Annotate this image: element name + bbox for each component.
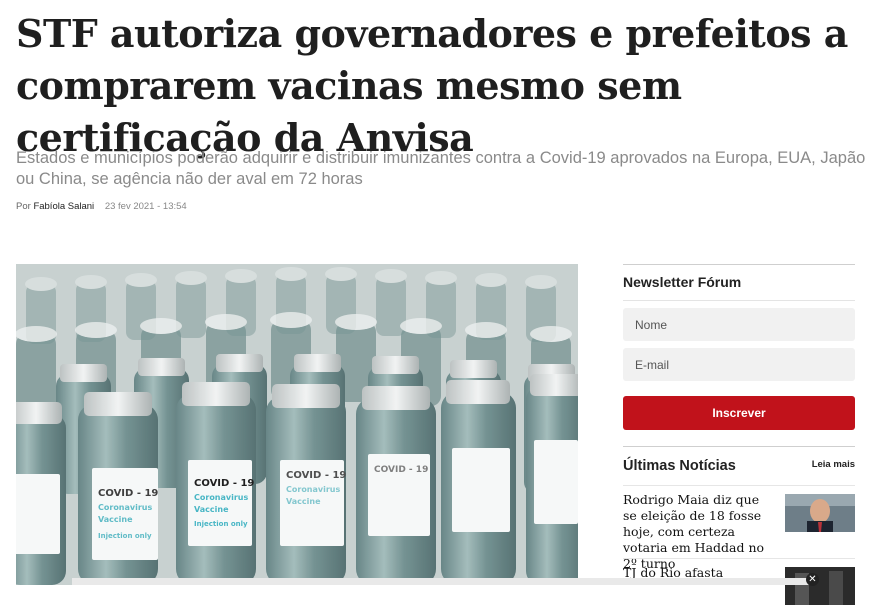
publish-date: 23 fev 2021 - 13:54 [104,201,187,212]
name-field[interactable] [623,308,855,341]
hero-image: COVID - 19 Coronavirus Vaccine Injection… [16,264,578,585]
subscribe-button[interactable]: Inscrever [623,396,855,430]
close-icon[interactable]: ✕ [806,573,819,586]
author-link[interactable]: Fabíola Salani [33,201,94,212]
bottom-ad-bar [72,578,812,585]
read-more-link[interactable]: Leia mais [812,459,855,470]
byline-prefix: Por [16,201,31,212]
latest-news-title: Últimas Notícias [623,458,736,474]
sidebar: Newsletter Fórum Inscrever Últimas Notíc… [623,264,855,605]
byline: Por Fabíola Salani 23 fev 2021 - 13:54 [16,201,187,212]
article-headline: STF autoriza governadores e prefeitos a … [16,11,848,160]
email-field[interactable] [623,348,855,381]
latest-news-header: Últimas Notícias Leia mais [623,446,855,485]
news-thumbnail[interactable] [785,567,855,605]
article-subtitle: Estados e municípios poderão adquirir e … [16,149,866,188]
vaccine-vials-photo: COVID - 19 Coronavirus Vaccine Injection… [16,264,578,585]
news-item[interactable]: Rodrigo Maia diz que se eleição de 18 fo… [623,485,855,571]
newsletter-header: Newsletter Fórum [623,264,855,301]
newsletter-title: Newsletter Fórum [623,274,742,290]
news-thumbnail[interactable] [785,494,855,532]
